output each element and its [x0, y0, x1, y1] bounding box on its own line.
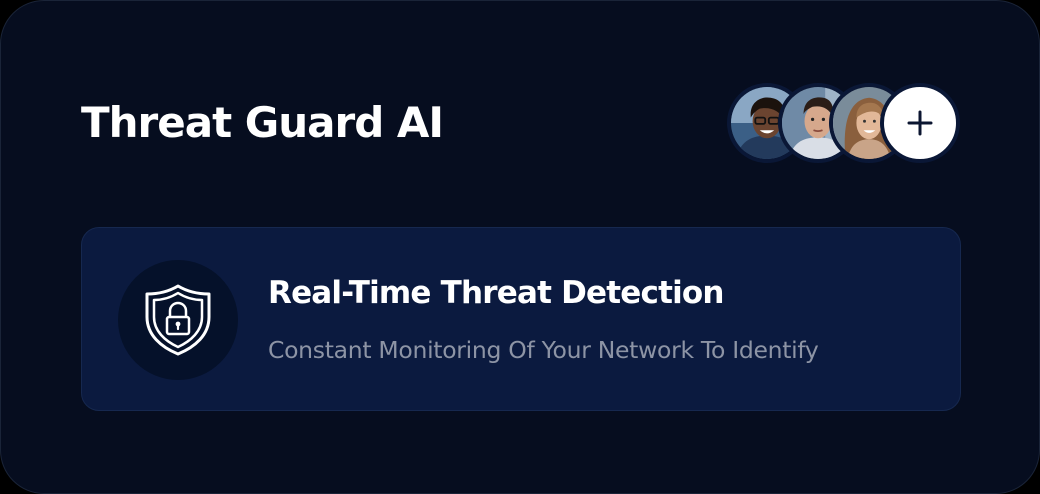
team-avatar-stack	[727, 83, 961, 163]
add-member-button[interactable]	[880, 83, 960, 163]
card-title: Threat Guard AI	[81, 98, 444, 147]
feature-icon-circle	[118, 260, 238, 380]
feature-description: Constant Monitoring Of Your Network To I…	[268, 336, 819, 364]
feature-title: Real-Time Threat Detection	[268, 275, 725, 311]
feature-card[interactable]: Real-Time Threat Detection Constant Moni…	[81, 227, 961, 411]
plus-icon	[907, 110, 933, 136]
threat-guard-card: Threat Guard AI Real-Time Threat Detecti…	[0, 0, 1040, 494]
shield-lock-icon	[145, 284, 211, 356]
